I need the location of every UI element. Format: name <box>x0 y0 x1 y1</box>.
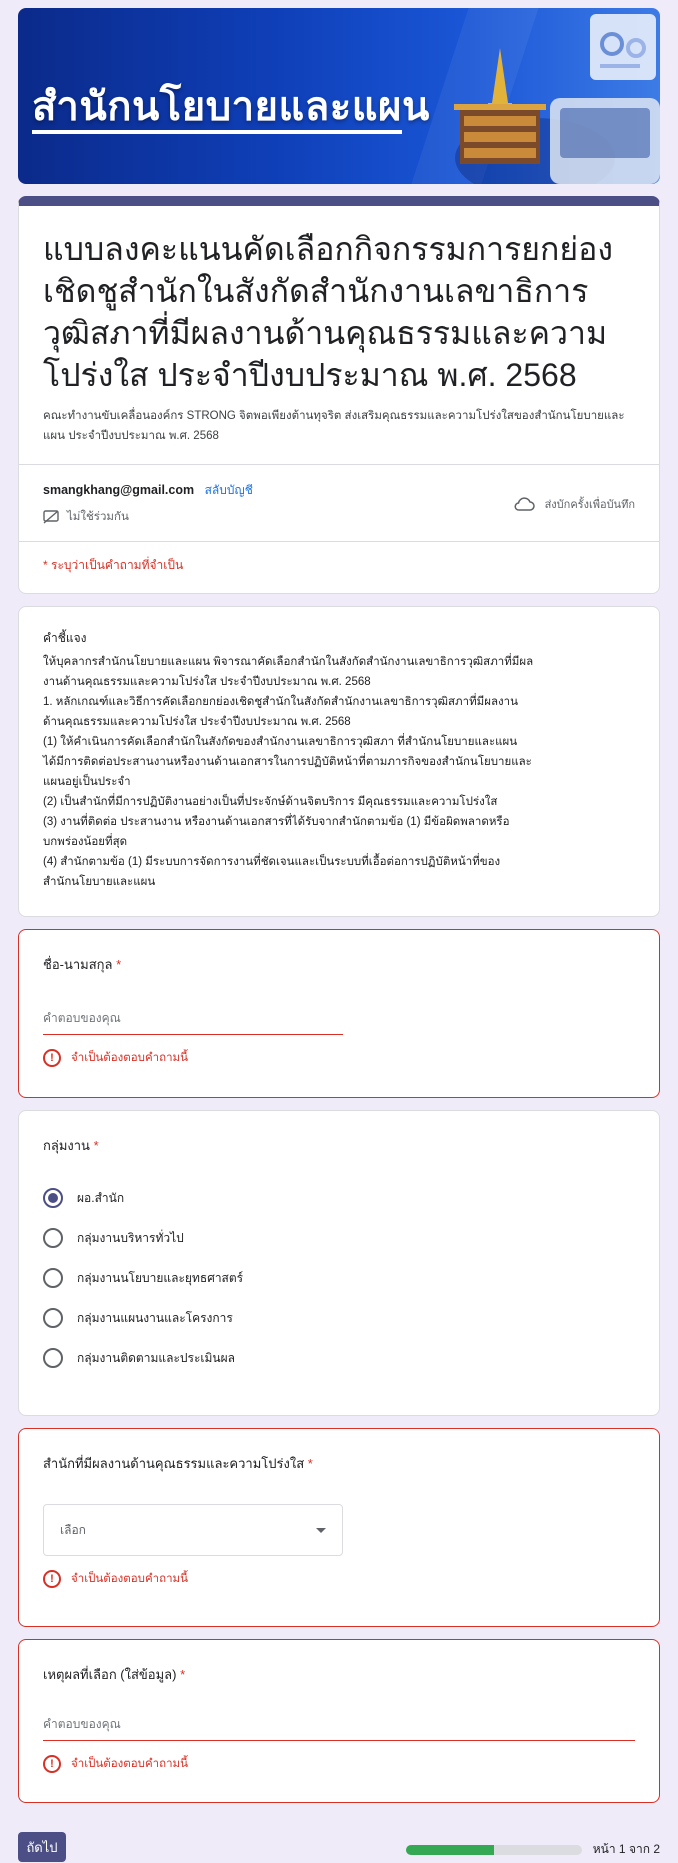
save-draft-status: ส่งบักครั้งเพื่อบันทึก <box>513 495 635 513</box>
header-banner: สำนักนโยบายและแผน <box>18 8 660 184</box>
instruction-line: 1. หลักเกณฑ์และวิธีการคัดเลือกยกย่องเชิด… <box>43 696 518 708</box>
instruction-line: (1) ให้คำเนินการคัดเลือกสำนักในสังกัดของ… <box>43 736 518 748</box>
banner-artwork-icon <box>454 14 660 184</box>
radio-icon[interactable] <box>43 1348 63 1368</box>
question-reason-title: เหตุผลที่เลือก (ใส่ข้อมูล) * <box>43 1664 635 1685</box>
instruction-line: งานด้านคุณธรรมและความโปร่งใส ประจำปีงบปร… <box>43 676 371 688</box>
group-option-label: ผอ.สำนัก <box>77 1190 125 1205</box>
required-star: * <box>116 957 122 972</box>
save-draft-label: ส่งบักครั้งเพื่อบันทึก <box>544 499 635 511</box>
form-description: คณะทำงานขับเคลื่อนองค์กร STRONG จิตพอเพี… <box>43 410 625 442</box>
instruction-line: ด้านคุณธรรมและความโปร่งใส ประจำปีงบประมา… <box>43 716 351 728</box>
question-name-label: ชื่อ-นามสกุล <box>43 957 113 972</box>
dropdown-arrow-icon <box>316 1527 326 1533</box>
instruction-line: (4) สำนักตามข้อ (1) มีระบบการจัดการงานที… <box>43 856 501 868</box>
question-office-card: สำนักที่มีผลงานด้านคุณธรรมและความโปร่งใส… <box>18 1428 660 1627</box>
question-reason-card: เหตุผลที่เลือก (ใส่ข้อมูล) * คำตอบของคุณ… <box>18 1639 660 1803</box>
error-icon: ! <box>43 1755 61 1773</box>
group-option-label: กลุ่มงานแผนงานและโครงการ <box>77 1310 233 1325</box>
office-select[interactable]: เลือก <box>43 1504 343 1556</box>
radio-icon[interactable] <box>43 1268 63 1288</box>
not-shared-icon <box>43 510 59 524</box>
instruction-line: แผนอยู่เป็นประจำ <box>43 776 131 788</box>
instruction-line: (3) งานที่ติดต่อ ประสานงาน หรืองานด้านเอ… <box>43 816 510 828</box>
form-container: สำนักนโยบายและแผน แบบลงคะแนนคัดเลือกกิจก… <box>18 8 660 1815</box>
group-option-label: กลุ่มงานติดตามและประเมินผล <box>77 1350 235 1365</box>
name-error-text: จำเป็นต้องตอบคำถามนี้ <box>71 1052 188 1064</box>
question-group-card: กลุ่มงาน * ผอ.สำนัก กลุ่มงานบริหารทั่วไป… <box>18 1110 660 1416</box>
question-name-card: ชื่อ-นามสกุล * คำตอบของคุณ ! จำเป็นต้องต… <box>18 929 660 1098</box>
group-option[interactable]: กลุ่มงานแผนงานและโครงการ <box>43 1298 635 1338</box>
instruction-line: บกพร่องน้อยที่สุด <box>43 836 128 848</box>
switch-account-link[interactable]: สลับบัญชี <box>205 483 253 497</box>
reason-error-text: จำเป็นต้องตอบคำถามนี้ <box>71 1758 188 1770</box>
group-option[interactable]: กลุ่มงานนโยบายและยุทธศาสตร์ <box>43 1258 635 1298</box>
question-reason-label: เหตุผลที่เลือก (ใส่ข้อมูล) <box>43 1667 177 1682</box>
form-footer: ถัดไป หน้า 1 จาก 2 <box>18 1832 660 1863</box>
not-shared-label: ไม่ใช้ร่วมกัน <box>67 511 129 523</box>
radio-selected-icon[interactable] <box>43 1188 63 1208</box>
group-option-label: กลุ่มงานนโยบายและยุทธศาสตร์ <box>77 1270 244 1285</box>
banner-title: สำนักนโยบายและแผน <box>32 85 430 129</box>
reason-error: ! จำเป็นต้องตอบคำถามนี้ <box>43 1755 635 1773</box>
group-radio-list: ผอ.สำนัก กลุ่มงานบริหารทั่วไป กลุ่มงานนโ… <box>43 1178 635 1378</box>
office-select-value: เลือก <box>60 1522 86 1537</box>
question-office-label: สำนักที่มีผลงานด้านคุณธรรมและความโปร่งใส <box>43 1456 305 1471</box>
instruction-line: สำนักนโยบายและแผน <box>43 876 156 888</box>
instruction-line: ได้มีการติดต่อประสานงานหรืองานด้านเอกสาร… <box>43 756 532 768</box>
instructions-card: คำชี้แจง ให้บุคลากรสำนักนโยบายและแผน พิจ… <box>18 606 660 917</box>
radio-icon[interactable] <box>43 1308 63 1328</box>
radio-icon[interactable] <box>43 1228 63 1248</box>
instructions-heading: คำชี้แจง <box>43 631 87 645</box>
account-row: smangkhang@gmail.com สลับบัญชี ไม่ใช้ร่ว… <box>43 465 635 541</box>
group-option[interactable]: กลุ่มงานบริหารทั่วไป <box>43 1218 635 1258</box>
banner-underline <box>32 130 402 134</box>
account-email: smangkhang@gmail.com <box>43 483 195 497</box>
required-star: * <box>180 1667 186 1682</box>
name-error: ! จำเป็นต้องตอบคำถามนี้ <box>43 1049 635 1067</box>
group-option-label: กลุ่มงานบริหารทั่วไป <box>77 1230 184 1245</box>
question-group-label: กลุ่มงาน <box>43 1138 90 1153</box>
reason-input[interactable]: คำตอบของคุณ <box>43 1715 635 1741</box>
error-icon: ! <box>43 1570 61 1588</box>
progress-fill <box>406 1845 494 1855</box>
progress-bar <box>406 1845 582 1855</box>
next-button[interactable]: ถัดไป <box>18 1832 66 1862</box>
cloud-icon <box>514 497 535 511</box>
group-option[interactable]: ผอ.สำนัก <box>43 1178 635 1218</box>
office-error: ! จำเป็นต้องตอบคำถามนี้ <box>43 1570 635 1588</box>
form-title: แบบลงคะแนนคัดเลือกกิจกรรมการยกย่องเชิดชู… <box>43 231 613 393</box>
name-input[interactable]: คำตอบของคุณ <box>43 1009 343 1035</box>
office-error-text: จำเป็นต้องตอบคำถามนี้ <box>71 1573 188 1585</box>
error-icon: ! <box>43 1049 61 1067</box>
required-star: * <box>307 1456 313 1471</box>
group-option[interactable]: กลุ่มงานติดตามและประเมินผล <box>43 1338 635 1378</box>
instruction-line: ให้บุคลากรสำนักนโยบายและแผน พิจารณาคัดเล… <box>43 656 534 668</box>
form-title-card: แบบลงคะแนนคัดเลือกกิจกรรมการยกย่องเชิดชู… <box>18 196 660 594</box>
instruction-line: (2) เป็นสำนักที่มีการปฏิบัติงานอย่างเป็น… <box>43 796 498 808</box>
required-note: * ระบุว่าเป็นคำถามที่จำเป็น <box>43 558 184 572</box>
question-group-title: กลุ่มงาน * <box>43 1135 635 1156</box>
page-count: หน้า 1 จาก 2 <box>592 1842 660 1856</box>
question-office-title: สำนักที่มีผลงานด้านคุณธรรมและความโปร่งใส… <box>43 1453 635 1474</box>
required-star: * <box>93 1138 99 1153</box>
question-name-title: ชื่อ-นามสกุล * <box>43 954 635 975</box>
